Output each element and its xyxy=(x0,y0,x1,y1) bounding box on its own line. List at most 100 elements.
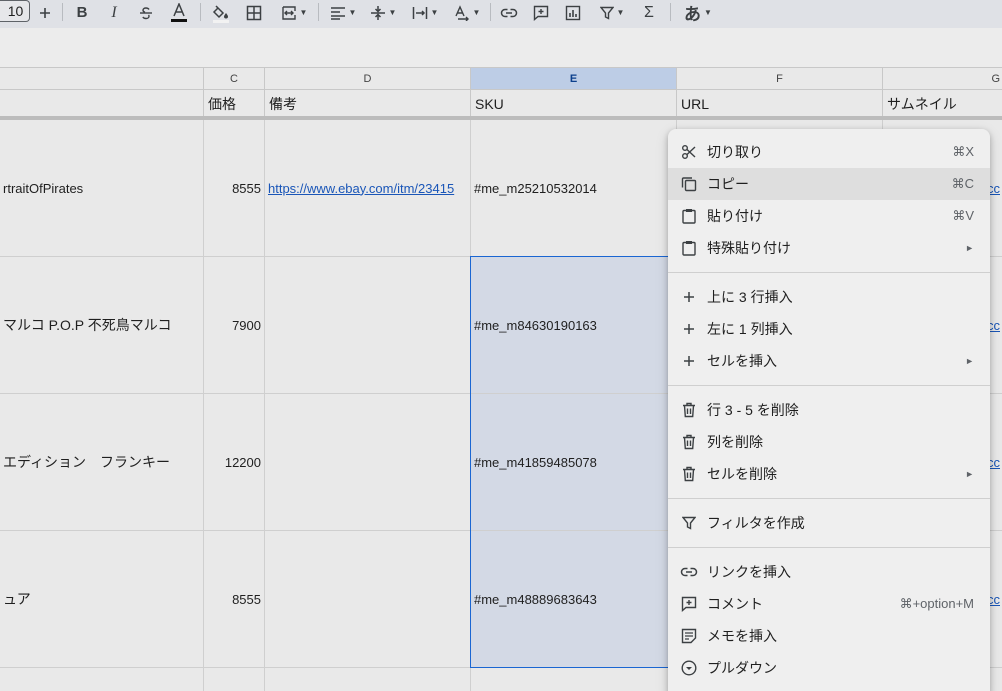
table-cell-notes[interactable] xyxy=(265,668,471,691)
table-cell-sku[interactable]: #me_m25210532014 xyxy=(471,120,677,257)
link-icon xyxy=(680,563,698,581)
increase-font-size-button[interactable] xyxy=(34,0,56,25)
menu-item-insert-rows-above[interactable]: 上に 3 行挿入 xyxy=(668,281,990,313)
table-cell-notes[interactable] xyxy=(265,394,471,531)
toolbar-divider xyxy=(62,3,63,21)
menu-item-delete-column[interactable]: 列を削除 xyxy=(668,426,990,458)
scissors-icon xyxy=(680,143,698,161)
menu-item-shortcut: ⌘X xyxy=(952,144,974,159)
text-rotation-icon xyxy=(454,4,469,21)
header-cell-url[interactable]: URL xyxy=(677,90,883,117)
menu-item-insert-cells[interactable]: セルを挿入 ► xyxy=(668,345,990,377)
column-header-g[interactable]: G xyxy=(883,67,1002,90)
header-cell-name[interactable] xyxy=(0,90,204,117)
menu-item-delete-rows[interactable]: 行 3 - 5 を削除 xyxy=(668,394,990,426)
text-color-button[interactable] xyxy=(166,0,192,25)
bold-icon: B xyxy=(76,4,88,21)
submenu-arrow-icon: ► xyxy=(965,243,974,253)
insert-chart-button[interactable] xyxy=(562,0,584,25)
text-rotation-button[interactable]: ▼ xyxy=(450,0,484,25)
header-cell-sku[interactable]: SKU xyxy=(471,90,677,117)
bold-button[interactable]: B xyxy=(72,0,92,25)
column-header-e[interactable]: E xyxy=(471,67,677,90)
table-cell-notes[interactable] xyxy=(265,531,471,668)
table-cell-price[interactable]: 12200 xyxy=(204,394,265,531)
functions-button[interactable]: Σ xyxy=(638,0,660,25)
input-tools-button[interactable]: あ ▼ xyxy=(678,0,718,25)
chevron-down-icon: ▼ xyxy=(299,8,308,17)
merge-cells-icon xyxy=(281,5,296,20)
table-cell-sku[interactable] xyxy=(471,668,677,691)
table-cell-name[interactable] xyxy=(0,668,204,691)
strikethrough-button[interactable] xyxy=(136,0,156,25)
chevron-down-icon: ▼ xyxy=(388,8,397,17)
horizontal-align-button[interactable]: ▼ xyxy=(326,0,360,25)
text-wrapping-button[interactable]: ▼ xyxy=(408,0,442,25)
menu-item-dropdown[interactable]: プルダウン xyxy=(668,652,990,684)
table-cell-sku[interactable]: #me_m84630190163 xyxy=(471,257,677,394)
trash-icon xyxy=(680,433,698,451)
menu-separator xyxy=(668,385,990,386)
font-size-input[interactable]: 10 xyxy=(0,0,30,22)
table-cell-notes[interactable] xyxy=(265,257,471,394)
menu-item-label: 切り取り xyxy=(707,144,763,160)
chart-icon xyxy=(565,5,581,20)
column-header-f[interactable]: F xyxy=(677,67,883,90)
toolbar-divider xyxy=(670,3,671,21)
comment-add-icon xyxy=(533,5,549,21)
menu-item-insert-column-left[interactable]: 左に 1 列挿入 xyxy=(668,313,990,345)
table-cell-price[interactable] xyxy=(204,668,265,691)
submenu-arrow-icon: ► xyxy=(965,356,974,366)
menu-item-paste[interactable]: 貼り付け ⌘V xyxy=(668,200,990,232)
table-cell-name[interactable]: エディション フランキー xyxy=(0,394,204,531)
dropdown-circle-icon xyxy=(680,659,698,677)
column-header-d[interactable]: D xyxy=(265,67,471,90)
header-cell-price[interactable]: 価格 xyxy=(204,90,265,117)
table-cell-price[interactable]: 8555 xyxy=(204,120,265,257)
menu-item-insert-note[interactable]: メモを挿入 xyxy=(668,620,990,652)
table-cell-name[interactable]: ュア xyxy=(0,531,204,668)
fill-color-button[interactable] xyxy=(208,0,234,25)
text-color-icon xyxy=(171,2,187,22)
menu-item-create-filter[interactable]: フィルタを作成 xyxy=(668,507,990,539)
menu-item-shortcut: ⌘+option+M xyxy=(899,596,974,611)
create-filter-button[interactable]: ▼ xyxy=(594,0,630,25)
header-cell-notes[interactable]: 備考 xyxy=(265,90,471,117)
paint-bucket-icon xyxy=(212,4,229,23)
menu-item-cut[interactable]: 切り取り ⌘X xyxy=(668,136,990,168)
menu-item-insert-link[interactable]: リンクを挿入 xyxy=(668,556,990,588)
table-cell-notes-link[interactable]: https://www.ebay.com/itm/23415 xyxy=(265,120,471,257)
column-header-b[interactable] xyxy=(0,67,204,90)
merge-cells-button[interactable]: ▼ xyxy=(276,0,312,25)
formula-bar-area xyxy=(0,28,1002,67)
menu-item-label: プルダウン xyxy=(707,660,777,676)
borders-button[interactable] xyxy=(244,0,264,25)
menu-item-delete-cells[interactable]: セルを削除 ► xyxy=(668,458,990,490)
comment-add-icon xyxy=(680,595,698,613)
spreadsheet-app: 10 B I ▼ ▼ ▼ ▼ ▼ ▼ Σ あ ▼ C D E F G 価格 備考… xyxy=(0,0,1002,691)
insert-link-button[interactable] xyxy=(498,0,520,25)
input-tools-label: あ xyxy=(684,5,702,24)
table-cell-price[interactable]: 8555 xyxy=(204,531,265,668)
table-cell-name[interactable]: rtraitOfPirates xyxy=(0,120,204,257)
table-cell-price[interactable]: 7900 xyxy=(204,257,265,394)
chevron-down-icon: ▼ xyxy=(704,8,712,17)
menu-item-label: メモを挿入 xyxy=(707,628,777,644)
text-wrapping-icon xyxy=(412,6,427,19)
menu-item-paste-special[interactable]: 特殊貼り付け ► xyxy=(668,232,990,264)
chevron-down-icon: ▼ xyxy=(348,8,357,17)
chevron-down-icon: ▼ xyxy=(472,8,481,17)
insert-comment-button[interactable] xyxy=(530,0,552,25)
vertical-align-button[interactable]: ▼ xyxy=(366,0,400,25)
table-cell-name[interactable]: マルコ P.O.P 不死鳥マルコ xyxy=(0,257,204,394)
menu-item-comment[interactable]: コメント ⌘+option+M xyxy=(668,588,990,620)
header-cell-thumbnail[interactable]: サムネイル xyxy=(883,90,1002,117)
menu-item-copy[interactable]: コピー ⌘C xyxy=(668,168,990,200)
trash-icon xyxy=(680,401,698,419)
table-cell-sku[interactable]: #me_m41859485078 xyxy=(471,394,677,531)
column-header-c[interactable]: C xyxy=(204,67,265,90)
strikethrough-icon xyxy=(140,6,152,19)
italic-button[interactable]: I xyxy=(104,0,124,25)
trash-icon xyxy=(680,465,698,483)
table-cell-sku[interactable]: #me_m48889683643 xyxy=(471,531,677,668)
